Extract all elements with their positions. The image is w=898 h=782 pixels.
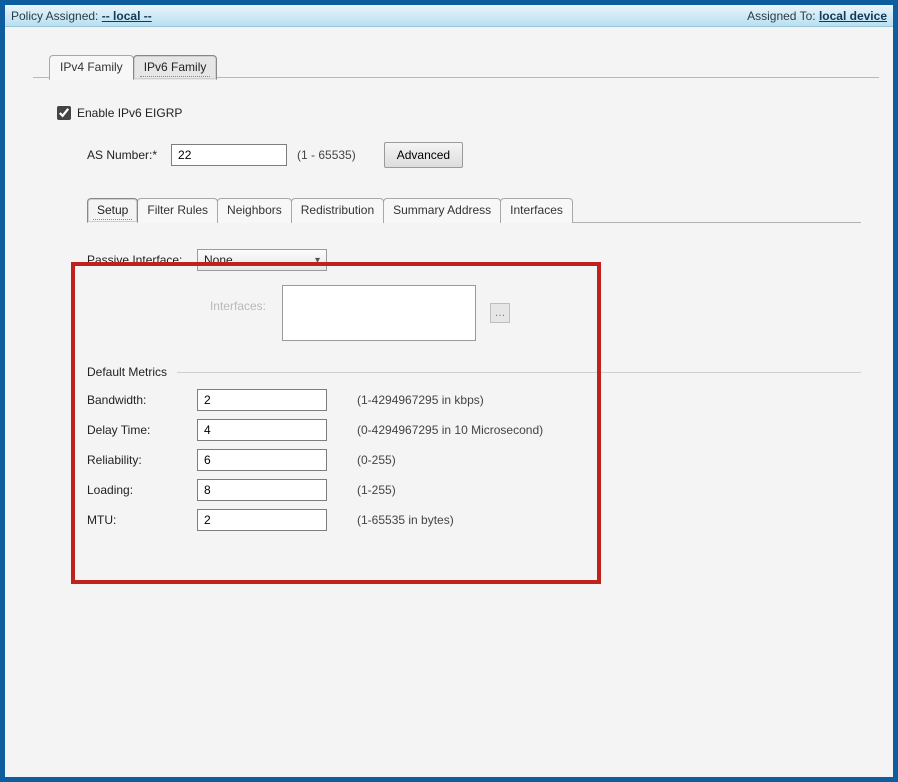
header-left: Policy Assigned: -- local -- bbox=[11, 9, 747, 23]
passive-interface-value: None bbox=[204, 253, 233, 267]
passive-interface-label: Passive Interface: bbox=[87, 253, 197, 267]
as-number-input[interactable] bbox=[171, 144, 287, 166]
enable-ipv6-row: Enable IPv6 EIGRP bbox=[57, 106, 861, 120]
reliability-row: Reliability: (0-255) bbox=[87, 449, 861, 471]
family-tabs: IPv4 Family IPv6 Family bbox=[49, 55, 216, 80]
family-panel: Enable IPv6 EIGRP AS Number:* (1 - 65535… bbox=[33, 77, 879, 763]
assigned-to-link[interactable]: local device bbox=[819, 9, 887, 23]
header-right: Assigned To: local device bbox=[747, 9, 887, 23]
as-number-label: AS Number:* bbox=[87, 148, 157, 162]
bandwidth-row: Bandwidth: (1-4294967295 in kbps) bbox=[87, 389, 861, 411]
interfaces-row: Interfaces: … bbox=[87, 285, 861, 341]
sub-area: Setup Filter Rules Neighbors Redistribut… bbox=[87, 198, 861, 531]
loading-hint: (1-255) bbox=[357, 483, 396, 497]
enable-ipv6-checkbox[interactable] bbox=[57, 106, 71, 120]
content-area: IPv4 Family IPv6 Family Enable IPv6 EIGR… bbox=[5, 27, 893, 777]
loading-row: Loading: (1-255) bbox=[87, 479, 861, 501]
delay-label: Delay Time: bbox=[87, 423, 197, 437]
as-number-range: (1 - 65535) bbox=[297, 148, 356, 162]
interfaces-browse-button[interactable]: … bbox=[490, 303, 510, 323]
divider bbox=[177, 372, 861, 373]
as-number-row: AS Number:* (1 - 65535) Advanced bbox=[87, 142, 861, 168]
interfaces-label: Interfaces: bbox=[87, 285, 282, 313]
mtu-hint: (1-65535 in bytes) bbox=[357, 513, 454, 527]
delay-input[interactable] bbox=[197, 419, 327, 441]
reliability-input[interactable] bbox=[197, 449, 327, 471]
advanced-button[interactable]: Advanced bbox=[384, 142, 463, 168]
delay-row: Delay Time: (0-4294967295 in 10 Microsec… bbox=[87, 419, 861, 441]
assigned-to-label: Assigned To: bbox=[747, 9, 816, 23]
chevron-down-icon: ▾ bbox=[315, 255, 320, 266]
sub-tab-summary-address[interactable]: Summary Address bbox=[383, 198, 501, 223]
tab-ipv4-family[interactable]: IPv4 Family bbox=[49, 55, 134, 80]
sub-tab-redistribution[interactable]: Redistribution bbox=[291, 198, 384, 223]
enable-ipv6-label: Enable IPv6 EIGRP bbox=[77, 106, 182, 120]
policy-assigned-label: Policy Assigned: bbox=[11, 9, 98, 23]
reliability-label: Reliability: bbox=[87, 453, 197, 467]
bandwidth-input[interactable] bbox=[197, 389, 327, 411]
setup-panel: Passive Interface: None ▾ Interfaces: … bbox=[87, 222, 861, 531]
reliability-hint: (0-255) bbox=[357, 453, 396, 467]
policy-assigned-link[interactable]: -- local -- bbox=[102, 9, 152, 23]
header-bar: Policy Assigned: -- local -- Assigned To… bbox=[5, 5, 893, 27]
loading-input[interactable] bbox=[197, 479, 327, 501]
bandwidth-hint: (1-4294967295 in kbps) bbox=[357, 393, 484, 407]
sub-tab-filter-rules[interactable]: Filter Rules bbox=[137, 198, 218, 223]
ellipsis-icon: … bbox=[495, 307, 506, 319]
mtu-row: MTU: (1-65535 in bytes) bbox=[87, 509, 861, 531]
app-window: Policy Assigned: -- local -- Assigned To… bbox=[0, 0, 898, 782]
delay-hint: (0-4294967295 in 10 Microsecond) bbox=[357, 423, 543, 437]
tab-ipv6-family[interactable]: IPv6 Family bbox=[133, 55, 218, 80]
sub-tabs: Setup Filter Rules Neighbors Redistribut… bbox=[87, 198, 861, 223]
default-metrics-title: Default Metrics bbox=[87, 365, 167, 379]
mtu-input[interactable] bbox=[197, 509, 327, 531]
interfaces-listbox[interactable] bbox=[282, 285, 476, 341]
loading-label: Loading: bbox=[87, 483, 197, 497]
sub-tab-setup[interactable]: Setup bbox=[87, 198, 138, 223]
passive-interface-select[interactable]: None ▾ bbox=[197, 249, 327, 271]
mtu-label: MTU: bbox=[87, 513, 197, 527]
bandwidth-label: Bandwidth: bbox=[87, 393, 197, 407]
sub-tab-interfaces[interactable]: Interfaces bbox=[500, 198, 573, 223]
sub-tab-neighbors[interactable]: Neighbors bbox=[217, 198, 292, 223]
passive-interface-row: Passive Interface: None ▾ bbox=[87, 249, 861, 271]
default-metrics-title-row: Default Metrics bbox=[87, 365, 861, 379]
